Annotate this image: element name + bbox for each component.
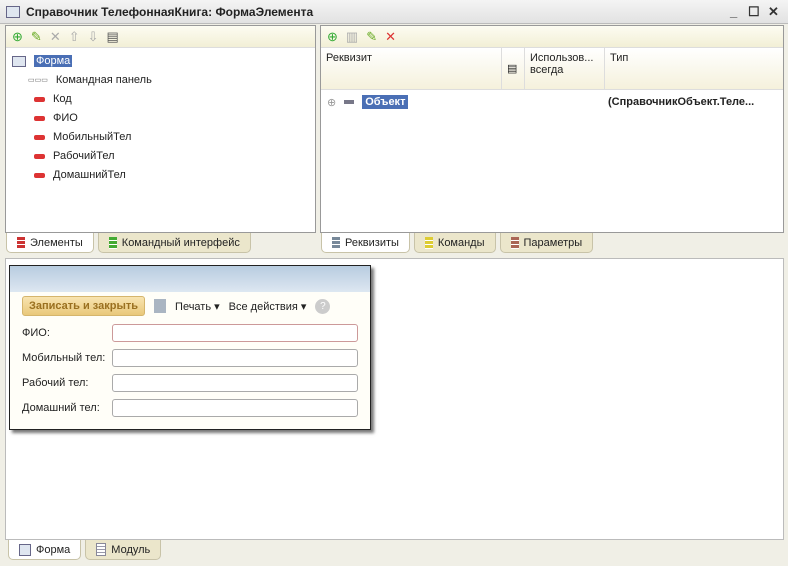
field-label: Мобильный тел: xyxy=(22,352,106,364)
tab-module[interactable]: Модуль xyxy=(85,540,162,560)
elements-icon xyxy=(17,236,25,249)
command-bar-icon: ▭▭▭ xyxy=(28,77,48,84)
tab-label: Форма xyxy=(36,543,71,556)
tab-label: Параметры xyxy=(523,236,583,249)
tree-item[interactable]: РабочийТел xyxy=(34,148,115,164)
tree-label: ДомашнийТел xyxy=(53,169,126,181)
tree-label: МобильныйТел xyxy=(53,131,132,143)
column-header-type[interactable]: Тип xyxy=(605,48,783,89)
field-label: Домашний тел: xyxy=(22,402,100,414)
attributes-pane: ⊕ ▥ ✎ ✕ Реквизит ▤ Использов... всегда Тип … xyxy=(320,25,784,233)
tree-label: РабочийТел xyxy=(53,150,115,162)
tab-commands[interactable]: Команды xyxy=(413,233,496,253)
module-icon xyxy=(96,543,107,556)
table-header: Реквизит ▤ Использов... всегда Тип xyxy=(321,48,783,90)
tree-label: Форма xyxy=(34,55,73,67)
tree-item[interactable]: Код xyxy=(34,91,72,107)
fio-input[interactable] xyxy=(112,324,358,342)
tree-item[interactable]: ФИО xyxy=(34,110,78,126)
properties-icon[interactable]: ▤ xyxy=(107,29,119,45)
add-icon[interactable]: ⊕ xyxy=(12,29,23,45)
field-icon xyxy=(34,172,45,178)
work-input[interactable] xyxy=(112,374,358,392)
tree-label: Командная панель xyxy=(55,74,152,86)
home-input[interactable] xyxy=(112,399,358,417)
object-icon xyxy=(344,100,355,104)
delete-icon[interactable]: ✕ xyxy=(50,29,61,45)
tab-label: Командный интерфейс xyxy=(121,236,240,249)
column-header-use-always[interactable]: Использов... всегда xyxy=(525,48,605,89)
save-icon[interactable] xyxy=(154,299,167,313)
preview-command-bar: Записать и закрыть Печать ▾ Все действия… xyxy=(10,292,370,320)
maximize-button[interactable]: ☐ xyxy=(748,4,760,20)
field-home: Домашний тел: xyxy=(22,399,358,417)
attributes-toolbar: ⊕ ▥ ✎ ✕ xyxy=(321,26,783,48)
tree-item[interactable]: МобильныйТел xyxy=(34,129,131,145)
edit-icon[interactable]: ✎ xyxy=(31,29,42,45)
tree-item-command-bar[interactable]: ▭▭▭ Командная панель xyxy=(28,72,152,88)
mobile-input[interactable] xyxy=(112,349,358,367)
tab-command-interface[interactable]: Командный интерфейс xyxy=(97,233,251,253)
edit-icon[interactable]: ✎ xyxy=(366,29,377,45)
form-icon xyxy=(19,543,31,556)
add-column-icon[interactable]: ▥ xyxy=(346,29,358,45)
field-icon xyxy=(34,153,45,159)
title-bar: Справочник ТелефоннаяКнига: ФормаЭлемент… xyxy=(0,0,788,24)
preview-header xyxy=(10,266,370,292)
expand-icon[interactable]: ⊕ xyxy=(327,96,336,109)
field-work: Рабочий тел: xyxy=(22,374,358,392)
tab-label: Элементы xyxy=(30,236,83,249)
elements-pane: ⊕ ✎ ✕ ⇧ ⇩ ▤ Форма ▭▭▭ Командная панель Код ФИО… xyxy=(5,25,316,233)
tab-form[interactable]: Форма xyxy=(8,540,82,560)
tab-label: Команды xyxy=(437,236,485,249)
field-icon xyxy=(34,134,45,140)
all-actions-menu[interactable]: Все действия ▾ xyxy=(229,300,307,313)
field-icon xyxy=(34,96,45,102)
form-icon xyxy=(6,5,20,18)
parameters-icon xyxy=(510,236,519,249)
move-down-icon[interactable]: ⇩ xyxy=(88,29,99,45)
field-fio: ФИО: xyxy=(22,324,358,342)
command-interface-icon xyxy=(108,236,117,249)
minimize-button[interactable]: _ xyxy=(730,4,737,19)
tree-label: ФИО xyxy=(53,112,78,124)
tab-parameters[interactable]: Параметры xyxy=(499,233,594,253)
tab-label: Модуль xyxy=(111,543,151,556)
commands-icon xyxy=(424,236,433,249)
table-row[interactable]: ⊕ Объект xyxy=(327,95,409,109)
tree-item-form[interactable]: Форма xyxy=(12,53,73,69)
help-icon[interactable]: ? xyxy=(315,298,331,314)
attributes-icon xyxy=(332,236,340,249)
tree-label: Код xyxy=(53,93,72,105)
column-header-attribute[interactable]: Реквизит xyxy=(321,48,502,89)
row-name: Объект xyxy=(362,95,409,109)
elements-toolbar: ⊕ ✎ ✕ ⇧ ⇩ ▤ xyxy=(6,26,315,48)
close-button[interactable]: ✕ xyxy=(768,4,779,20)
add-attribute-icon[interactable]: ⊕ xyxy=(327,29,338,45)
form-preview-area: Записать и закрыть Печать ▾ Все действия… xyxy=(5,258,784,540)
save-close-button[interactable]: Записать и закрыть xyxy=(22,296,146,316)
tab-label: Реквизиты xyxy=(345,236,399,249)
field-label: ФИО: xyxy=(22,327,50,339)
tree-item[interactable]: ДомашнийТел xyxy=(34,167,126,183)
tab-elements[interactable]: Элементы xyxy=(6,233,94,253)
column-header-icon: ▤ xyxy=(502,48,525,89)
row-type: (СправочникОбъект.Теле... xyxy=(608,96,755,108)
field-icon xyxy=(34,115,45,121)
move-up-icon[interactable]: ⇧ xyxy=(69,29,80,45)
form-icon xyxy=(12,55,26,67)
field-mobile: Мобильный тел: xyxy=(22,349,358,367)
window-title: Справочник ТелефоннаяКнига: ФормаЭлемент… xyxy=(26,4,314,19)
delete-icon[interactable]: ✕ xyxy=(385,29,396,45)
print-menu[interactable]: Печать ▾ xyxy=(175,300,220,313)
form-preview: Записать и закрыть Печать ▾ Все действия… xyxy=(9,265,371,430)
field-label: Рабочий тел: xyxy=(22,377,89,389)
tab-attributes[interactable]: Реквизиты xyxy=(321,233,410,253)
